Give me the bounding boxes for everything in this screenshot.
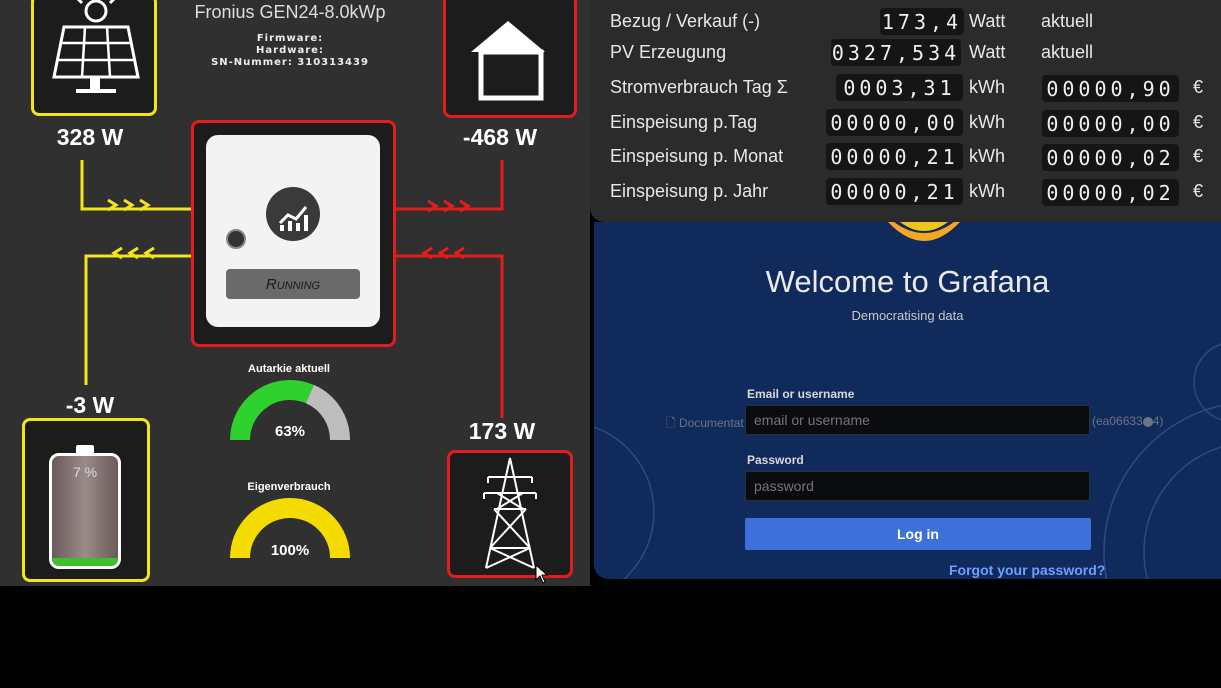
- house-box: [443, 0, 577, 118]
- grid-power-value: 173 W: [468, 418, 536, 444]
- eigenverbrauch-label: Eigenverbrauch: [247, 481, 331, 493]
- login-button[interactable]: Log in: [745, 518, 1091, 550]
- autarkie-label: Autarkie aktuell: [248, 363, 330, 375]
- email-input[interactable]: [745, 405, 1090, 435]
- meter-status-text: aktuell: [1041, 11, 1094, 31]
- serial-number: SN-Nummer: 310313439: [211, 57, 369, 68]
- documentation-hint: 🗋 Documentat: [666, 414, 744, 435]
- battery-box: 7 %: [22, 418, 150, 582]
- battery-level-fill: [52, 558, 118, 566]
- documentation-hint-text: Documentat: [679, 416, 744, 430]
- eigenverbrauch-value: 100%: [270, 542, 310, 559]
- battery-cap: [76, 445, 94, 453]
- grafana-subtitle: Democratising data: [851, 308, 964, 323]
- meter-row-label: Stromverbrauch Tag Σ: [610, 77, 788, 97]
- power-knob-icon: [226, 229, 246, 249]
- grid-flow-line: [393, 254, 504, 418]
- meter-counter: 00000,21: [826, 143, 963, 170]
- meter-euro-counter: 00000,00: [1042, 110, 1179, 137]
- battery-soc: 7 %: [72, 464, 98, 480]
- grid-box: [447, 450, 573, 578]
- password-input[interactable]: [745, 471, 1090, 501]
- meter-row-label: Bezug / Verkauf (-): [610, 11, 761, 31]
- meter-counter: 00000,00: [826, 109, 963, 136]
- inverter-box: Running: [191, 120, 396, 347]
- grafana-login-panel: Welcome to Grafana Democratising data Em…: [594, 222, 1221, 579]
- solar-panel-icon: [52, 0, 140, 93]
- meter-unit: Watt: [969, 11, 1006, 31]
- version-hint: (ea06633 4): [1092, 414, 1163, 428]
- meter-row-label: Einspeisung p. Jahr: [610, 181, 769, 201]
- document-icon: 🗋: [666, 416, 676, 430]
- energy-flow-panel: 328 W Fronius GEN24-8.0kWp Firmware: Har…: [0, 0, 590, 586]
- pv-box: [31, 0, 157, 116]
- house-power-value: -468 W: [462, 124, 538, 150]
- meter-counter: 173,4: [880, 8, 964, 35]
- meter-panel: Bezug / Verkauf (-) 173,4 Watt aktuell PV Er…: [590, 0, 1221, 222]
- grafana-title: Welcome to Grafana: [765, 264, 1050, 299]
- euro-symbol: €: [1193, 112, 1204, 132]
- mouse-cursor-icon: [535, 564, 549, 584]
- power-tower-icon: [483, 457, 537, 569]
- meter-unit: kWh: [969, 181, 1005, 201]
- circle-icon: [1142, 416, 1153, 427]
- meter-unit: Watt: [969, 42, 1006, 62]
- version-hint-end: 4): [1152, 414, 1164, 428]
- battery-power-value: -3 W: [65, 392, 115, 418]
- battery-flow-line: [84, 254, 192, 385]
- meter-unit: kWh: [969, 112, 1005, 132]
- version-hint-text: (ea06633: [1092, 414, 1143, 428]
- pv-power-value: 328 W: [56, 124, 124, 150]
- euro-symbol: €: [1193, 146, 1204, 166]
- meter-row-label: Einspeisung p.Tag: [610, 112, 758, 132]
- meter-row-label: Einspeisung p. Monat: [610, 146, 784, 166]
- meter-euro-counter: 00000,02: [1042, 144, 1179, 171]
- meter-euro-counter: 00000,90: [1042, 75, 1179, 102]
- autarkie-value: 63%: [274, 423, 306, 440]
- battery-icon: 7 %: [49, 453, 121, 569]
- password-label: Password: [747, 453, 804, 467]
- inverter-status: Running: [226, 269, 360, 299]
- inverter-device: Running: [206, 135, 380, 327]
- firmware-label: Firmware:: [256, 33, 324, 44]
- meter-counter: 0327,534: [831, 39, 961, 66]
- meter-counter: 0003,31: [836, 74, 963, 101]
- forgot-password-link[interactable]: Forgot your password?: [949, 562, 1105, 578]
- chart-icon: [266, 187, 320, 241]
- inverter-title: Fronius GEN24-8.0kWp: [194, 2, 386, 22]
- hardware-label: Hardware:: [256, 45, 324, 56]
- grafana-logo-icon: [888, 222, 960, 241]
- meter-counter: 00000,21: [826, 178, 963, 205]
- email-label: Email or username: [747, 387, 855, 401]
- meter-row-label: PV Erzeugung: [610, 42, 727, 62]
- meter-status-text: aktuell: [1041, 42, 1094, 62]
- pv-flow-line: [80, 160, 192, 211]
- meter-euro-counter: 00000,02: [1042, 179, 1179, 206]
- meter-unit: kWh: [969, 77, 1005, 97]
- meter-unit: kWh: [969, 146, 1005, 166]
- house-icon: [471, 21, 545, 101]
- euro-symbol: €: [1193, 181, 1204, 201]
- euro-symbol: €: [1193, 77, 1204, 97]
